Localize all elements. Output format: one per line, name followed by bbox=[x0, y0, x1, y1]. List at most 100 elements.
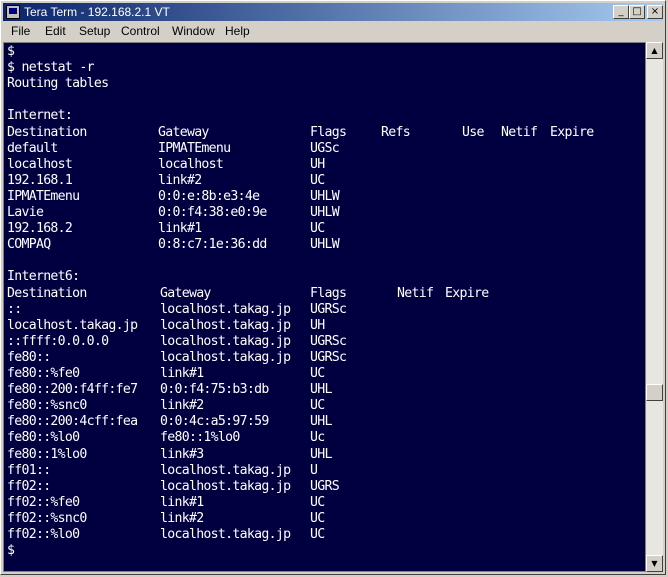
menu-edit-label: Edit bbox=[45, 24, 66, 38]
terminal-cell: fe80::1%lo0 bbox=[7, 446, 87, 462]
terminal-cell: UC bbox=[310, 527, 325, 542]
terminal-cell: fe80::1%lo0 bbox=[160, 430, 240, 446]
scroll-thumb[interactable] bbox=[646, 384, 663, 401]
menu-window[interactable]: Window bbox=[172, 24, 215, 38]
terminal-cell: link#2 bbox=[158, 172, 202, 188]
terminal-cell: localhost.takag.jp bbox=[160, 301, 291, 317]
menu-help-label: Help bbox=[225, 24, 250, 38]
terminal-cell: 0:8:c7:1e:36:dd bbox=[158, 237, 267, 253]
vertical-scrollbar[interactable]: ▲ ▼ bbox=[646, 42, 663, 572]
terminal-cell: Destination bbox=[7, 285, 87, 301]
terminal-cell: UC bbox=[310, 398, 325, 414]
terminal-cell: fe80::200:4cff:fea bbox=[7, 414, 138, 430]
terminal-cell: Lavie bbox=[7, 205, 44, 220]
terminal-cell: IPMATEmenu bbox=[7, 188, 80, 204]
terminal-cell: 0:0:f4:38:e0:9e bbox=[158, 205, 267, 220]
terminal-cell: link#1 bbox=[160, 494, 204, 510]
terminal-cell: COMPAQ bbox=[7, 237, 51, 253]
terminal-cell: UC bbox=[310, 494, 325, 510]
terminal-cell: Use bbox=[462, 124, 484, 140]
terminal-cell: Routing tables bbox=[7, 76, 109, 92]
terminal-cell: localhost.takag.jp bbox=[160, 462, 291, 478]
terminal-cell: UGRSc bbox=[310, 349, 347, 365]
terminal-cell: UC bbox=[310, 172, 325, 188]
terminal-cell: 0:0:e:8b:e3:4e bbox=[158, 188, 260, 204]
terminal-cell: ::ffff:0.0.0.0 bbox=[7, 333, 109, 349]
menu-control[interactable]: Control bbox=[121, 24, 160, 38]
terminal-cell: 192.168.2 bbox=[7, 221, 73, 237]
terminal-cell: UHLW bbox=[310, 188, 340, 204]
terminal-cell: UH bbox=[310, 156, 325, 172]
terminal-cell: Destination bbox=[7, 124, 87, 140]
terminal-cell: localhost bbox=[7, 156, 73, 172]
terminal-cell: default bbox=[7, 140, 58, 156]
terminal-cell: U bbox=[310, 462, 318, 478]
scroll-up-button[interactable]: ▲ bbox=[646, 42, 663, 59]
minimize-button[interactable]: _ bbox=[613, 5, 629, 19]
terminal-cell: Flags bbox=[310, 285, 347, 301]
terminal-cell: link#2 bbox=[160, 398, 204, 414]
title-bar[interactable]: Tera Term - 192.168.2.1 VT _ □ × bbox=[3, 3, 663, 21]
tera-term-window: Tera Term - 192.168.2.1 VT _ □ × File Ed… bbox=[0, 0, 666, 575]
terminal-cell: UC bbox=[310, 510, 325, 526]
close-button[interactable]: × bbox=[647, 5, 663, 19]
scroll-down-button[interactable]: ▼ bbox=[646, 555, 663, 572]
menu-edit[interactable]: Edit bbox=[45, 24, 66, 38]
terminal-cell: Expire bbox=[445, 285, 489, 301]
terminal-cell: Gateway bbox=[158, 124, 209, 140]
terminal-cell: Netif bbox=[501, 124, 538, 140]
terminal-cell: $ netstat -r bbox=[7, 60, 95, 76]
terminal-cell: ff01:: bbox=[7, 462, 51, 478]
terminal-cell: Internet6: bbox=[7, 269, 80, 285]
terminal-cell: ff02::%fe0 bbox=[7, 494, 80, 510]
menu-setup-label: Setup bbox=[79, 24, 111, 38]
terminal-cell: localhost.takag.jp bbox=[7, 317, 138, 333]
terminal-cell: ff02::%snc0 bbox=[7, 510, 87, 526]
terminal-cell: ff02::%lo0 bbox=[7, 527, 80, 542]
terminal-cell: link#1 bbox=[158, 221, 202, 237]
terminal-cell: UGRS bbox=[310, 478, 340, 494]
terminal-cell: ff02:: bbox=[7, 478, 51, 494]
terminal-cell: UC bbox=[310, 221, 325, 237]
terminal-cell: :: bbox=[7, 301, 22, 317]
terminal-cell: fe80::%fe0 bbox=[7, 366, 80, 381]
terminal-cell: Uc bbox=[310, 430, 325, 446]
terminal-cell: UHL bbox=[310, 382, 332, 398]
terminal-cell: Expire bbox=[550, 124, 594, 140]
terminal-cell: localhost.takag.jp bbox=[160, 317, 291, 333]
terminal-cell: $ bbox=[7, 543, 15, 559]
terminal-cell: UHLW bbox=[310, 237, 340, 253]
terminal-cell: UH bbox=[310, 317, 325, 333]
menu-help[interactable]: Help bbox=[225, 24, 250, 38]
app-icon[interactable] bbox=[6, 5, 20, 19]
terminal-cell: 192.168.1 bbox=[7, 172, 73, 188]
menu-control-label: Control bbox=[121, 24, 160, 38]
terminal-cell: fe80::200:f4ff:fe7 bbox=[7, 382, 138, 398]
terminal-cell: localhost.takag.jp bbox=[160, 527, 291, 542]
terminal-cell: 0:0:4c:a5:97:59 bbox=[160, 414, 269, 430]
maximize-button[interactable]: □ bbox=[629, 5, 645, 19]
menu-file[interactable]: File bbox=[11, 24, 30, 38]
window-title: Tera Term - 192.168.2.1 VT bbox=[24, 5, 170, 19]
terminal-cell: fe80::%lo0 bbox=[7, 430, 80, 446]
terminal-cell: IPMATEmenu bbox=[158, 140, 231, 156]
terminal-cell: link#1 bbox=[160, 366, 204, 381]
menu-file-label: File bbox=[11, 24, 31, 38]
menu-setup[interactable]: Setup bbox=[79, 24, 110, 38]
terminal-cell: UHL bbox=[310, 446, 332, 462]
terminal-cell: UGRSc bbox=[310, 333, 347, 349]
terminal-screen[interactable]: $ $ netstat -r Routing tables Internet: Dest… bbox=[3, 42, 646, 572]
menu-bar: File Edit Setup Control Window Help bbox=[3, 22, 663, 41]
terminal-cell: localhost bbox=[158, 156, 224, 172]
terminal-cell: Internet: bbox=[7, 108, 73, 124]
terminal-cell: Netif bbox=[397, 285, 434, 301]
terminal-cell: localhost.takag.jp bbox=[160, 333, 291, 349]
terminal-cell: $ bbox=[7, 44, 15, 59]
terminal-cell: link#3 bbox=[160, 446, 204, 462]
terminal-cell: UC bbox=[310, 366, 325, 381]
terminal-cell: localhost.takag.jp bbox=[160, 349, 291, 365]
terminal-cell: fe80::%snc0 bbox=[7, 398, 87, 414]
terminal-cell: localhost.takag.jp bbox=[160, 478, 291, 494]
terminal-cell: UGSc bbox=[310, 140, 340, 156]
terminal-cell: link#2 bbox=[160, 510, 204, 526]
